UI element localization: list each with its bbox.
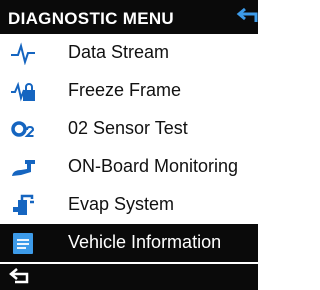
waveform-icon <box>11 42 35 65</box>
footer-bar <box>0 264 258 290</box>
menu-item-evap-system[interactable]: Evap System <box>0 186 258 224</box>
onboard-monitor-icon <box>12 160 35 176</box>
menu-item-onboard-monitoring[interactable]: ON-Board Monitoring <box>0 148 258 186</box>
o2-sensor-icon <box>11 121 35 137</box>
menu-item-label: ON-Board Monitoring <box>68 156 239 176</box>
back-arrow-icon[interactable] <box>236 6 258 28</box>
freeze-frame-icon <box>11 81 35 102</box>
menu-item-label: Freeze Frame <box>68 80 182 100</box>
menu-item-label: Evap System <box>68 194 175 214</box>
menu-item-vehicle-information[interactable]: Vehicle Information <box>0 224 258 262</box>
menu-item-label: 02 Sensor Test <box>68 118 188 138</box>
diagnostic-menu-screen: DIAGNOSTIC MENU Data Stream Freeze Frame <box>0 0 258 290</box>
document-icon <box>13 233 33 254</box>
menu-item-o2-sensor-test[interactable]: 02 Sensor Test <box>0 110 258 148</box>
evap-pump-icon <box>13 194 34 215</box>
menu-item-label: Vehicle Information <box>68 232 222 252</box>
menu-item-data-stream[interactable]: Data Stream <box>0 34 258 72</box>
page-title: DIAGNOSTIC MENU <box>8 9 174 28</box>
menu-item-freeze-frame[interactable]: Freeze Frame <box>0 72 258 110</box>
back-arrow-icon[interactable] <box>8 267 32 287</box>
title-bar: DIAGNOSTIC MENU <box>0 0 258 34</box>
menu-item-label: Data Stream <box>68 42 170 62</box>
